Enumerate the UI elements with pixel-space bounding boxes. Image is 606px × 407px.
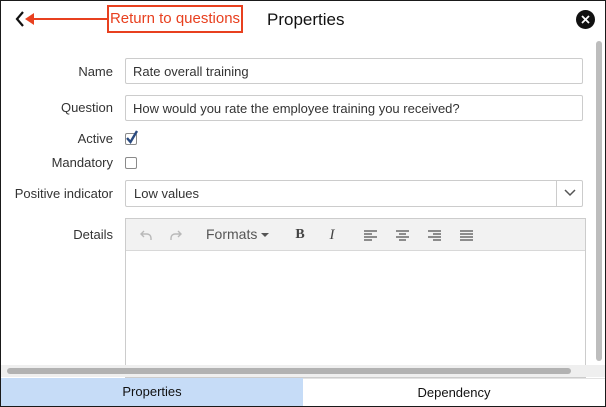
italic-icon: I: [329, 226, 335, 243]
align-left-icon: [363, 229, 377, 241]
return-to-questions-callout: Return to questions: [107, 5, 243, 33]
formats-dropdown[interactable]: Formats: [206, 225, 270, 244]
editor-toolbar: Formats B I: [126, 219, 585, 251]
align-justify-button[interactable]: [458, 227, 474, 243]
align-justify-icon: [459, 229, 473, 241]
mandatory-label: Mandatory: [51, 155, 113, 170]
vertical-scrollbar-thumb[interactable]: [596, 41, 602, 361]
align-right-icon: [427, 229, 441, 241]
undo-button[interactable]: [138, 227, 154, 243]
vertical-scrollbar[interactable]: [595, 37, 603, 367]
bold-button[interactable]: B: [292, 227, 308, 243]
close-icon: [581, 15, 590, 24]
redo-icon: [170, 230, 182, 240]
callout-arrow: [25, 13, 107, 25]
chevron-left-icon: [15, 11, 24, 27]
align-left-button[interactable]: [362, 227, 378, 243]
active-label: Active: [77, 131, 113, 146]
name-field[interactable]: [125, 58, 583, 84]
positive-indicator-value: Low values: [134, 186, 200, 201]
bold-icon: B: [295, 227, 305, 242]
italic-button[interactable]: I: [324, 227, 340, 243]
active-checkbox[interactable]: [125, 130, 139, 145]
align-right-button[interactable]: [426, 227, 442, 243]
positive-indicator-select[interactable]: Low values: [125, 180, 583, 207]
tab-dependency[interactable]: Dependency: [303, 378, 605, 406]
positive-indicator-label: Positive indicator: [14, 186, 113, 201]
align-center-button[interactable]: [394, 227, 410, 243]
chevron-down-icon: [564, 189, 576, 197]
align-center-icon: [395, 229, 409, 241]
panel-title: Properties: [267, 10, 345, 29]
caret-down-icon: [261, 232, 270, 237]
name-label: Name: [78, 64, 113, 79]
undo-icon: [140, 230, 152, 240]
horizontal-scrollbar-thumb[interactable]: [7, 368, 571, 374]
checkmark-icon: [126, 130, 139, 145]
formats-label: Formats: [206, 226, 258, 242]
tab-properties[interactable]: Properties: [1, 378, 303, 406]
question-field[interactable]: [125, 95, 583, 121]
properties-panel: Return to questions Properties Name Ques…: [0, 0, 606, 407]
select-divider: [556, 181, 557, 206]
bottom-tabs: Properties Dependency: [1, 378, 605, 406]
horizontal-scrollbar[interactable]: [1, 365, 605, 377]
mandatory-checkbox[interactable]: [125, 157, 137, 169]
close-button[interactable]: [576, 10, 595, 29]
details-editor[interactable]: Formats B I: [125, 218, 586, 378]
panel-header: Return to questions Properties: [1, 1, 605, 39]
question-label: Question: [60, 100, 113, 115]
redo-button[interactable]: [168, 227, 184, 243]
details-label: Details: [73, 227, 113, 242]
